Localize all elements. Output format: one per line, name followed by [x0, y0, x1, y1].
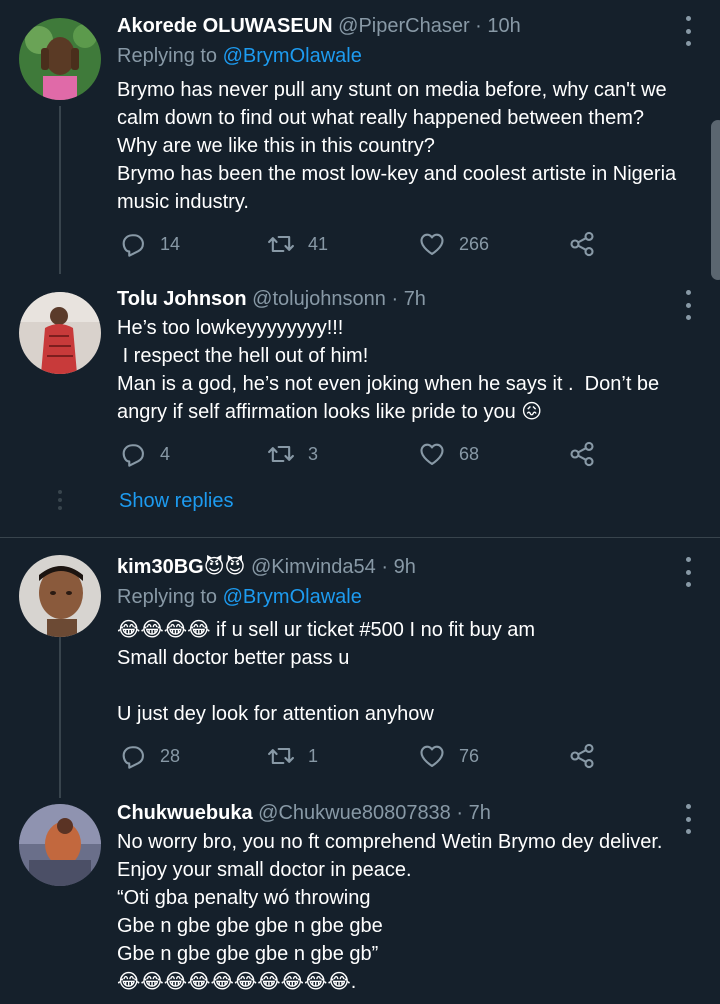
tweet-text: No worry bro, you no ft comprehend Wetin…	[117, 831, 663, 993]
share-icon	[570, 441, 594, 467]
like-button[interactable]: 68	[418, 439, 479, 469]
user-handle[interactable]: @Chukwue80807838	[258, 802, 451, 824]
reply-icon	[122, 746, 144, 769]
more-icon[interactable]	[676, 557, 700, 587]
retweet-icon	[268, 747, 294, 765]
replying-to: Replying to @BrymOlawale	[117, 45, 362, 67]
separator: ·	[375, 556, 394, 578]
tweet-text: He’s too lowkeyyyyyyyy!!! I respect the …	[117, 317, 660, 423]
reply-count: 4	[160, 443, 171, 464]
avatar[interactable]	[19, 292, 101, 374]
reply-button[interactable]: 4	[119, 439, 170, 469]
tweet-actions: 14 41 266	[117, 229, 617, 259]
avatar[interactable]	[19, 18, 101, 100]
show-replies-link[interactable]: Show replies	[119, 488, 234, 514]
tweet-header: Chukwuebuka @Chukwue80807838 · 7h	[117, 800, 491, 826]
tweet-actions: 28 1 76	[117, 741, 617, 771]
reply-count: 28	[160, 745, 181, 766]
display-name[interactable]: Akorede OLUWASEUN	[117, 15, 333, 37]
tweet-actions: 4 3 68	[117, 439, 617, 469]
tweet-text: Brymo has never pull any stunt on media …	[117, 79, 677, 213]
timestamp[interactable]: 9h	[394, 556, 416, 578]
share-button[interactable]	[568, 741, 596, 771]
timestamp[interactable]: 7h	[469, 802, 491, 824]
retweet-count: 3	[308, 443, 319, 464]
like-icon	[420, 745, 444, 767]
more-icon[interactable]	[676, 16, 700, 46]
tweet-text: 😂😂😂😂 if u sell ur ticket #500 I no fit b…	[117, 619, 536, 725]
retweet-count: 1	[308, 745, 319, 766]
tweet-header: Akorede OLUWASEUN @PiperChaser · 10h	[117, 13, 521, 39]
like-count: 68	[459, 443, 480, 464]
mention-link[interactable]: @BrymOlawale	[223, 586, 362, 608]
avatar[interactable]	[19, 804, 101, 886]
share-icon	[570, 231, 594, 257]
like-icon	[420, 443, 444, 465]
user-handle[interactable]: @tolujohnsonn	[252, 288, 386, 310]
tweet-tolu[interactable]: Tolu Johnson @tolujohnsonn · 7h He’s too…	[0, 286, 720, 522]
retweet-button[interactable]: 3	[267, 439, 318, 469]
like-button[interactable]: 76	[418, 741, 479, 771]
share-button[interactable]	[568, 229, 596, 259]
tweet-kim[interactable]: kim30BG😈😈 @Kimvinda54 · 9h Replying to @…	[0, 553, 720, 793]
tweet-akorede[interactable]: Akorede OLUWASEUN @PiperChaser · 10h Rep…	[0, 12, 720, 274]
like-count: 76	[459, 745, 480, 766]
reply-button[interactable]: 14	[119, 229, 180, 259]
retweet-button[interactable]: 41	[267, 229, 328, 259]
retweet-icon	[268, 445, 294, 463]
retweet-count: 41	[308, 233, 329, 254]
display-name[interactable]: Tolu Johnson	[117, 288, 247, 310]
share-icon	[570, 743, 594, 769]
separator: ·	[469, 15, 488, 37]
separator: ·	[385, 288, 404, 310]
tweet-header: kim30BG😈😈 @Kimvinda54 · 9h	[117, 554, 416, 580]
scrollbar-thumb[interactable]	[711, 120, 720, 280]
thread-dots	[57, 490, 63, 510]
separator: ·	[450, 802, 469, 824]
tweet-chukwuebuka[interactable]: Chukwuebuka @Chukwue80807838 · 7h No wor…	[0, 800, 720, 1004]
reply-count: 14	[160, 233, 181, 254]
user-handle[interactable]: @Kimvinda54	[251, 556, 376, 578]
timestamp[interactable]: 10h	[487, 15, 520, 37]
like-icon	[420, 233, 444, 255]
replying-to: Replying to @BrymOlawale	[117, 586, 362, 608]
display-name[interactable]: Chukwuebuka	[117, 802, 253, 824]
divider	[0, 537, 720, 538]
tweet-header: Tolu Johnson @tolujohnsonn · 7h	[117, 286, 426, 312]
display-name[interactable]: kim30BG😈😈	[117, 556, 245, 578]
share-button[interactable]	[568, 439, 596, 469]
reply-icon	[122, 234, 144, 257]
retweet-icon	[268, 235, 294, 253]
avatar[interactable]	[19, 555, 101, 637]
mention-link[interactable]: @BrymOlawale	[223, 45, 362, 67]
timestamp[interactable]: 7h	[404, 288, 426, 310]
reply-icon	[122, 444, 144, 467]
user-handle[interactable]: @PiperChaser	[338, 15, 469, 37]
like-button[interactable]: 266	[418, 229, 489, 259]
like-count: 266	[459, 233, 490, 254]
retweet-button[interactable]: 1	[267, 741, 318, 771]
reply-button[interactable]: 28	[119, 741, 180, 771]
